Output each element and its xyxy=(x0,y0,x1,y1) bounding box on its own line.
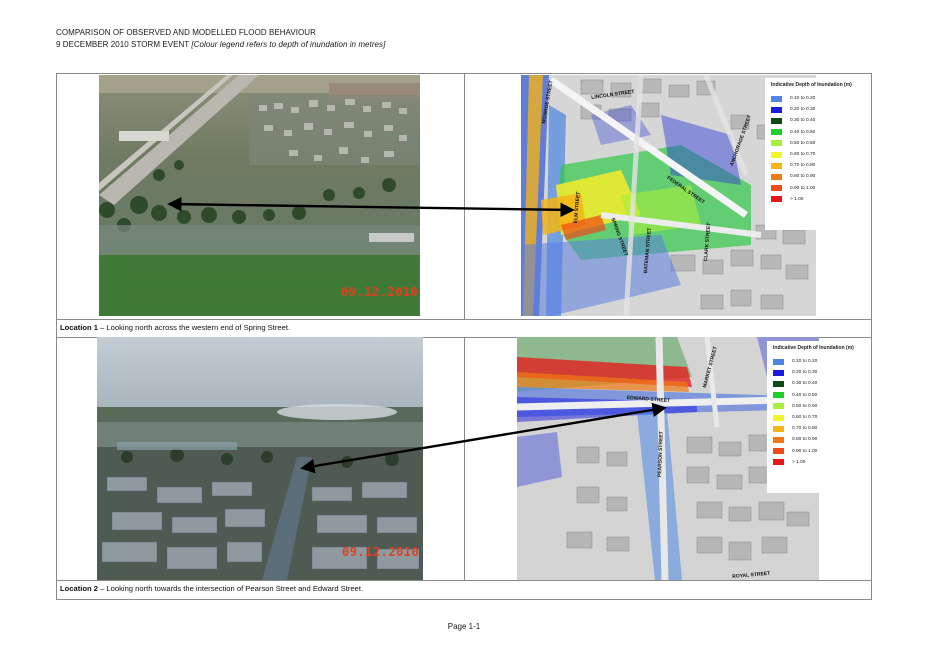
legend-swatch xyxy=(773,448,784,455)
legend-swatch xyxy=(771,106,782,113)
legend-swatch xyxy=(771,151,782,158)
depth-legend: Indicative Depth of Inundation (m) 0.10 … xyxy=(767,341,867,493)
legend-item: 0.10 to 0.20 xyxy=(771,93,859,104)
page-number: Page 1-1 xyxy=(447,622,481,631)
legend-item: 0.10 to 0.20 xyxy=(773,356,861,367)
legend-item: 0.40 to 0.50 xyxy=(773,390,861,401)
legend-item: 0.20 to 0.30 xyxy=(771,104,859,115)
legend-swatch xyxy=(773,369,784,376)
legend-label: 0.10 to 0.20 xyxy=(790,96,816,102)
legend-swatch xyxy=(771,140,782,147)
legend-item: 0.90 to 1.00 xyxy=(773,446,861,457)
report-title: COMPARISON OF OBSERVED AND MODELLED FLOO… xyxy=(56,28,316,37)
legend-label: 0.90 to 1.00 xyxy=(790,185,816,191)
legend-swatch xyxy=(773,392,784,399)
legend-item: 0.50 to 0.60 xyxy=(771,138,859,149)
legend-label: 0.80 to 0.90 xyxy=(790,174,816,180)
legend-label: 0.70 to 0.80 xyxy=(792,426,818,432)
location-1-description: – Looking north across the western end o… xyxy=(97,323,291,332)
legend-swatch xyxy=(773,425,784,432)
legend-item: 0.20 to 0.30 xyxy=(773,367,861,378)
legend-item: 0.60 to 0.70 xyxy=(771,149,859,160)
photo-date-stamp: 09.12.2010 xyxy=(341,285,419,299)
legend-swatch xyxy=(771,129,782,136)
legend-item: 0.80 to 0.90 xyxy=(771,171,859,182)
legend-title: Indicative Depth of Inundation (m) xyxy=(773,345,854,351)
legend-item: > 1.00 xyxy=(773,457,861,468)
legend-label: 0.60 to 0.70 xyxy=(792,415,818,421)
subtitle-note: [Colour legend refers to depth of inunda… xyxy=(191,40,386,49)
legend-label: 0.30 to 0.40 xyxy=(790,118,816,124)
legend-label: 0.70 to 0.80 xyxy=(790,163,816,169)
location-2-aerial-photo: 09.12.2010 xyxy=(97,337,423,580)
row-divider xyxy=(57,319,871,320)
legend-label: 0.50 to 0.60 xyxy=(790,140,816,146)
location-1-caption: Location 1 – Looking north across the we… xyxy=(60,323,290,332)
column-divider xyxy=(464,74,465,319)
legend-label: 0.80 to 0.90 xyxy=(792,437,818,443)
subtitle-event: 9 DECEMBER 2010 STORM EVENT xyxy=(56,40,192,49)
legend-swatch xyxy=(773,414,784,421)
legend-label: 0.40 to 0.50 xyxy=(790,129,816,135)
legend-item: 0.90 to 1.00 xyxy=(771,183,859,194)
legend-label: 0.50 to 0.60 xyxy=(792,403,818,409)
legend-swatch xyxy=(773,403,784,410)
location-2-description: – Looking north towards the intersection… xyxy=(97,584,364,593)
legend-label: 0.20 to 0.30 xyxy=(792,370,818,376)
legend-label: 0.40 to 0.50 xyxy=(792,392,818,398)
location-1-aerial-photo: 09.12.2010 xyxy=(99,75,420,316)
location-2-label: Location 2 xyxy=(60,584,98,593)
location-2-caption: Location 2 – Looking north towards the i… xyxy=(60,584,363,593)
legend-label: 0.30 to 0.40 xyxy=(792,381,818,387)
legend-swatch xyxy=(771,196,782,203)
legend-label: 0.20 to 0.30 xyxy=(790,107,816,113)
legend-swatch xyxy=(771,95,782,102)
legend-label: > 1.00 xyxy=(792,459,806,465)
legend-swatch xyxy=(773,459,784,466)
legend-swatch xyxy=(771,117,782,124)
legend-swatch xyxy=(771,185,782,192)
legend-swatch xyxy=(773,436,784,443)
legend-item: 0.40 to 0.50 xyxy=(771,127,859,138)
legend-swatch xyxy=(771,173,782,180)
legend-item: 0.50 to 0.60 xyxy=(773,401,861,412)
photo-date-stamp: 09.12.2010 xyxy=(342,545,420,559)
legend-item: 0.80 to 0.90 xyxy=(773,434,861,445)
legend-item: > 1.00 xyxy=(771,194,859,205)
legend-label: 0.60 to 0.70 xyxy=(790,152,816,158)
legend-item: 0.70 to 0.80 xyxy=(771,160,859,171)
legend-item: 0.30 to 0.40 xyxy=(771,115,859,126)
location-1-label: Location 1 xyxy=(60,323,98,332)
legend-label: 0.10 to 0.20 xyxy=(792,359,818,365)
column-divider xyxy=(464,337,465,580)
legend-label: 0.90 to 1.00 xyxy=(792,448,818,454)
legend-item: 0.60 to 0.70 xyxy=(773,412,861,423)
legend-item: 0.70 to 0.80 xyxy=(773,423,861,434)
legend-label: > 1.00 xyxy=(790,196,804,202)
depth-legend: Indicative Depth of Inundation (m) 0.10 … xyxy=(765,78,865,230)
legend-swatch xyxy=(771,162,782,169)
legend-title: Indicative Depth of Inundation (m) xyxy=(771,82,852,88)
legend-swatch xyxy=(773,380,784,387)
legend-swatch xyxy=(773,358,784,365)
report-subtitle: 9 DECEMBER 2010 STORM EVENT [Colour lege… xyxy=(56,40,385,49)
legend-item: 0.30 to 0.40 xyxy=(773,378,861,389)
row-divider xyxy=(57,580,871,581)
